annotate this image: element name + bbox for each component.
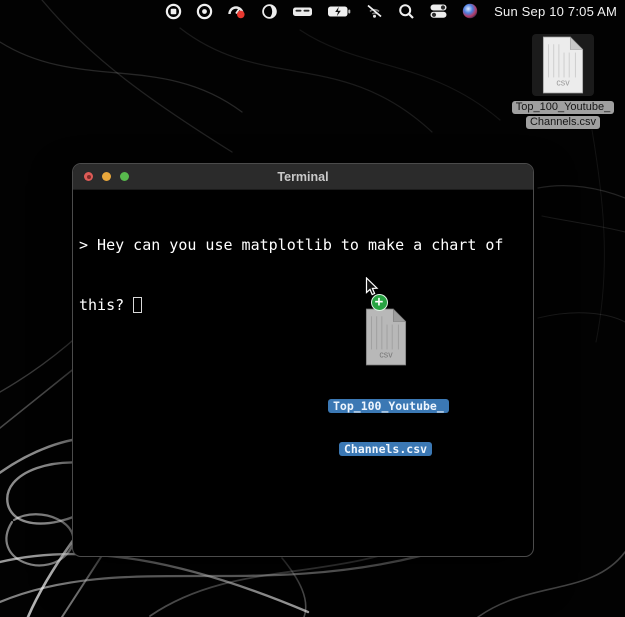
moon-icon[interactable] <box>261 0 278 22</box>
terminal-content[interactable]: > Hey can you use matplotlib to make a c… <box>73 190 533 557</box>
dragged-file[interactable]: + Top_100_Youtube_ Channels.csv <box>328 228 443 510</box>
desktop-file-csv[interactable]: Top_100_Youtube_ Channels.csv <box>508 34 618 129</box>
terminal-window[interactable]: Terminal > Hey can you use matplotlib to… <box>72 163 534 557</box>
record-icon[interactable] <box>196 0 213 22</box>
screen-record-stop-icon[interactable] <box>165 0 182 22</box>
keyboard-icon[interactable] <box>292 0 313 22</box>
spotlight-search-icon[interactable] <box>398 0 415 22</box>
terminal-prompt-line2: this? <box>79 295 527 315</box>
gauge-notification-icon[interactable] <box>227 0 247 22</box>
csv-file-icon <box>539 36 587 94</box>
menu-bar-clock[interactable]: Sun Sep 10 7:05 AM <box>492 4 617 19</box>
window-title: Terminal <box>73 170 533 184</box>
menu-bar: Sun Sep 10 7:05 AM <box>0 0 625 22</box>
control-center-icon[interactable] <box>429 0 448 22</box>
desktop-file-label-line2: Channels.csv <box>526 116 600 129</box>
desktop-file-label-line1: Top_100_Youtube_ <box>512 101 614 114</box>
wifi-off-icon[interactable] <box>365 0 384 22</box>
terminal-prompt-line2-text: this? <box>79 296 124 314</box>
dragged-file-label-line1: Top_100_Youtube_ <box>328 399 449 413</box>
desktop-file-label: Top_100_Youtube_ Channels.csv <box>508 99 618 129</box>
terminal-prompt-line1: > Hey can you use matplotlib to make a c… <box>79 235 527 255</box>
siri-icon[interactable] <box>462 0 478 22</box>
terminal-titlebar[interactable]: Terminal <box>73 164 533 190</box>
csv-file-icon-ghost <box>362 308 410 366</box>
desktop-file-selection-box <box>532 34 594 96</box>
battery-charging-icon[interactable] <box>327 0 351 22</box>
terminal-cursor <box>133 297 142 313</box>
dragged-file-iconwrap: + <box>362 268 410 326</box>
mouse-cursor-icon <box>365 277 379 297</box>
